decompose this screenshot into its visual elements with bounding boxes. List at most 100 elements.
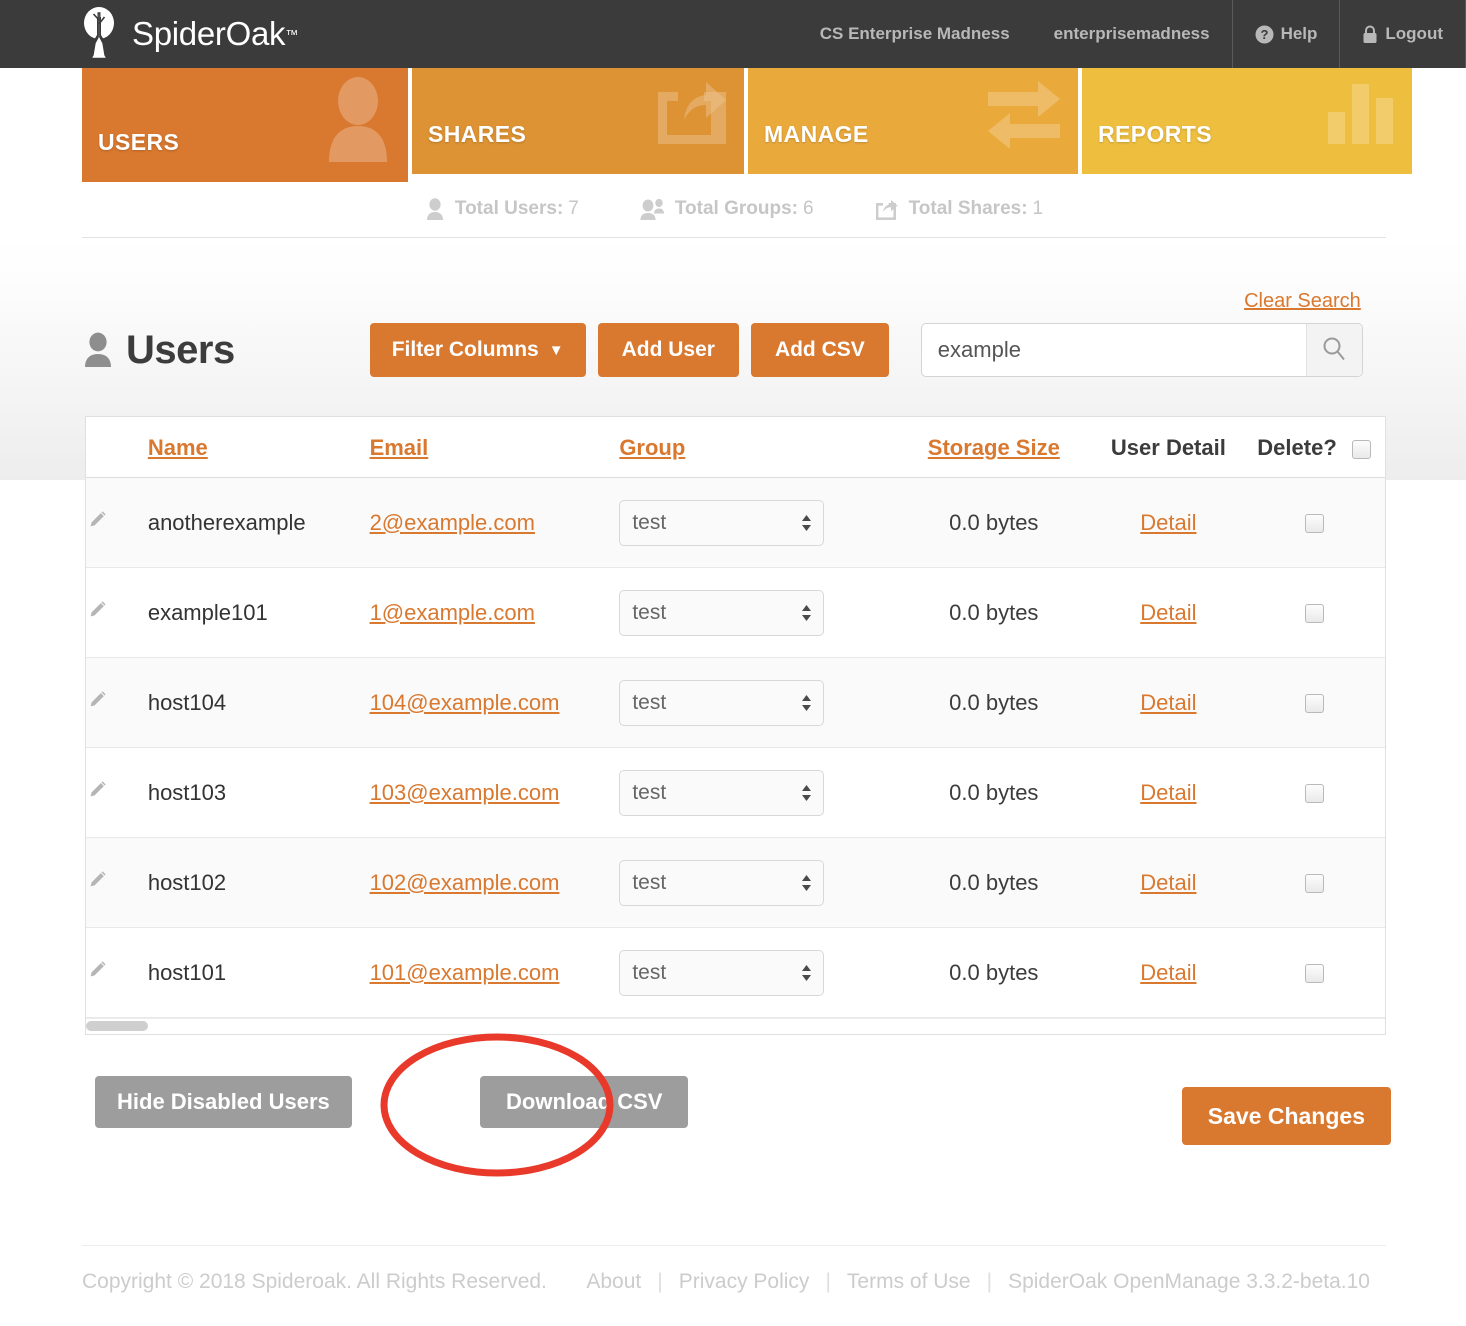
users-table: Name Email Group Storage Size User Detai… <box>86 417 1385 1018</box>
row-delete-checkbox[interactable] <box>1304 964 1324 984</box>
pencil-icon[interactable] <box>86 870 108 896</box>
download-csv-button[interactable]: Download CSV <box>480 1076 689 1128</box>
row-delete-checkbox[interactable] <box>1304 514 1324 534</box>
clear-search-link[interactable]: Clear Search <box>1244 290 1361 313</box>
caret-down-icon: ▼ <box>548 341 564 359</box>
pencil-icon[interactable] <box>86 780 108 806</box>
row-email-link[interactable]: 1@example.com <box>370 600 535 625</box>
org-name: CS Enterprise Madness <box>819 24 1010 43</box>
row-storage-size: 0.0 bytes <box>949 779 1039 805</box>
row-group-select[interactable]: test <box>619 769 825 816</box>
stat-total-users-label: Total Users: <box>454 197 564 219</box>
row-detail-link[interactable]: Detail <box>1140 510 1196 535</box>
user-icon <box>322 76 394 167</box>
table-scrollbar-thumb[interactable] <box>86 1021 148 1031</box>
share-icon <box>650 76 730 153</box>
column-header-user-detail-label: User Detail <box>1110 435 1226 460</box>
row-group-select[interactable]: test <box>619 679 825 726</box>
table-row: anotherexample 2@example.com test 0.0 bytes… <box>86 477 1385 568</box>
row-email-cell: 104@example.com <box>370 658 620 748</box>
pencil-icon[interactable] <box>86 600 108 626</box>
help-label: Help <box>1280 24 1318 43</box>
row-detail-link[interactable]: Detail <box>1140 780 1196 805</box>
row-group-select[interactable]: test <box>619 589 825 636</box>
users-table-container: Name Email Group Storage Size User Detai… <box>85 416 1386 1035</box>
pencil-icon[interactable] <box>86 510 108 536</box>
pencil-icon[interactable] <box>86 960 108 986</box>
add-user-button[interactable]: Add User <box>597 323 739 377</box>
table-row: host103 103@example.com test 0.0 bytes Detai… <box>86 747 1385 838</box>
filter-columns-label: Filter Columns <box>391 338 539 361</box>
column-header-group[interactable]: Group <box>619 417 895 478</box>
help-link[interactable]: ? Help <box>1233 0 1340 68</box>
row-email-link[interactable]: 102@example.com <box>370 870 560 895</box>
row-email-cell: 2@example.com <box>370 478 620 568</box>
row-group-select[interactable]: test <box>619 949 825 996</box>
row-email-link[interactable]: 103@example.com <box>370 780 560 805</box>
column-header-email[interactable]: Email <box>369 417 620 478</box>
select-spinner-icon <box>801 514 812 532</box>
table-horizontal-scrollbar[interactable] <box>86 1018 1385 1034</box>
footer-link-privacy-policy[interactable]: Privacy Policy <box>663 1270 826 1294</box>
user-icon <box>82 332 114 368</box>
tab-reports[interactable]: REPORTS <box>1082 68 1412 174</box>
search-box <box>920 323 1363 377</box>
select-spinner-icon <box>801 694 812 712</box>
row-email-link[interactable]: 101@example.com <box>370 960 560 985</box>
row-group-select[interactable]: test <box>619 499 825 546</box>
logout-link[interactable]: Logout <box>1340 0 1465 68</box>
pencil-icon[interactable] <box>86 690 108 716</box>
row-group-cell: test <box>619 568 894 658</box>
row-name: example101 <box>147 599 268 625</box>
column-header-name[interactable]: Name <box>147 417 370 478</box>
row-delete-cell <box>1243 478 1385 568</box>
select-all-delete-checkbox[interactable] <box>1351 439 1371 459</box>
search-button[interactable] <box>1305 324 1362 376</box>
stat-total-groups-label: Total Groups: <box>674 197 798 219</box>
footer-link-about[interactable]: About <box>570 1270 657 1294</box>
add-csv-button[interactable]: Add CSV <box>750 323 889 377</box>
page-footer: Copyright © 2018 Spideroak. All Rights R… <box>82 1245 1386 1294</box>
row-delete-checkbox[interactable] <box>1304 694 1324 714</box>
sort-storage-size-link[interactable]: Storage Size <box>928 435 1060 460</box>
row-delete-checkbox[interactable] <box>1304 874 1324 894</box>
users-table-body: anotherexample 2@example.com test 0.0 bytes… <box>86 477 1385 1018</box>
column-header-delete: Delete? <box>1243 417 1385 478</box>
sort-name-link[interactable]: Name <box>148 435 208 460</box>
row-group-cell: test <box>619 928 894 1018</box>
brand-logo-link[interactable]: SpiderOak ™ <box>78 7 298 61</box>
row-group-cell: test <box>619 748 894 838</box>
row-detail-link[interactable]: Detail <box>1140 690 1196 715</box>
question-circle-icon: ? <box>1255 25 1274 44</box>
svg-text:?: ? <box>1260 27 1268 42</box>
sort-group-link[interactable]: Group <box>619 435 685 460</box>
row-email-link[interactable]: 104@example.com <box>370 690 560 715</box>
account-username[interactable]: enterprisemadness <box>1032 0 1232 68</box>
row-detail-cell: Detail <box>1094 838 1244 928</box>
sort-email-link[interactable]: Email <box>370 435 429 460</box>
main-tab-strip: USERS SHARES MANAGE REPORTS <box>82 68 1412 182</box>
filter-columns-button[interactable]: Filter Columns ▼ <box>369 323 586 377</box>
column-header-storage-size[interactable]: Storage Size <box>894 417 1094 478</box>
row-email-cell: 102@example.com <box>370 838 620 928</box>
table-row: host104 104@example.com test 0.0 bytes Detai… <box>86 657 1385 748</box>
spideroak-tree-icon <box>78 7 120 61</box>
row-detail-link[interactable]: Detail <box>1140 600 1196 625</box>
row-group-select[interactable]: test <box>619 859 825 906</box>
column-header-user-detail: User Detail <box>1093 417 1244 478</box>
save-changes-button[interactable]: Save Changes <box>1181 1087 1391 1145</box>
row-email-link[interactable]: 2@example.com <box>370 510 535 535</box>
search-input[interactable] <box>921 337 1306 363</box>
tab-shares[interactable]: SHARES <box>412 68 744 174</box>
select-spinner-icon <box>801 874 812 892</box>
row-group-value: test <box>632 690 667 714</box>
tab-manage[interactable]: MANAGE <box>748 68 1078 174</box>
row-delete-checkbox[interactable] <box>1304 784 1324 804</box>
row-detail-link[interactable]: Detail <box>1140 960 1196 985</box>
footer-link-terms-of-use[interactable]: Terms of Use <box>831 1270 987 1294</box>
table-row: host102 102@example.com test 0.0 bytes Detai… <box>86 837 1385 928</box>
tab-users[interactable]: USERS <box>82 68 408 182</box>
hide-disabled-users-button[interactable]: Hide Disabled Users <box>95 1076 352 1128</box>
row-detail-link[interactable]: Detail <box>1140 870 1196 895</box>
row-delete-checkbox[interactable] <box>1304 604 1324 624</box>
